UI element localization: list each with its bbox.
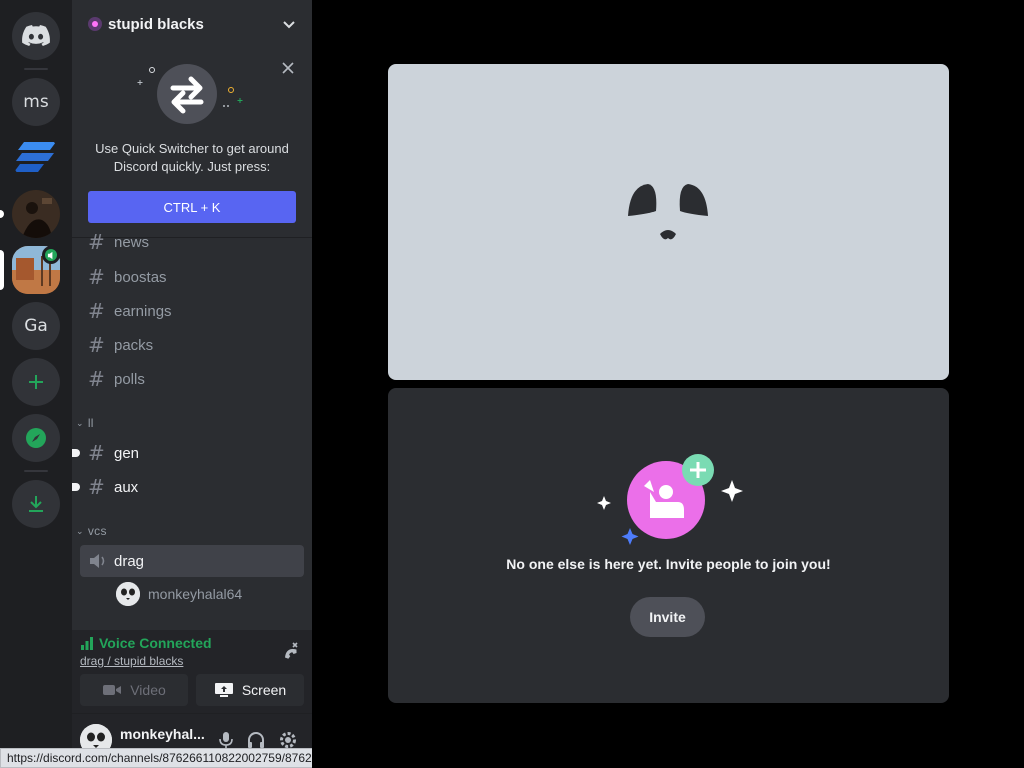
category-name: vcs [87, 524, 107, 538]
quick-switcher-button[interactable]: CTRL + K [88, 191, 296, 223]
username[interactable]: monkeyhal... [120, 726, 205, 742]
stripes-logo-icon [14, 142, 56, 172]
channel-news[interactable]: # news [80, 227, 304, 257]
chevron-down-icon: ⌄ [76, 525, 84, 536]
channel-name: packs [114, 336, 154, 354]
disconnect-icon[interactable] [278, 640, 300, 662]
hash-icon: # [88, 299, 105, 323]
server-ga[interactable]: Ga [12, 302, 60, 350]
unread-indicator [72, 449, 80, 457]
voice-location-link[interactable]: drag / stupid blacks [80, 654, 183, 668]
plus-icon [29, 375, 43, 389]
rail-separator [24, 68, 48, 70]
voice-status-text: Voice Connected [99, 635, 212, 651]
hash-icon: # [88, 265, 105, 289]
close-icon[interactable] [280, 60, 296, 76]
category-vcs[interactable]: ⌄ vcs [76, 521, 107, 541]
empty-message: No one else is here yet. Invite people t… [506, 556, 831, 572]
guild-name: stupid blacks [108, 15, 204, 33]
channel-name: drag [114, 552, 145, 570]
channel-name: gen [114, 444, 140, 462]
discord-logo-icon [22, 25, 50, 46]
ghost-face-avatar-icon [628, 184, 708, 240]
channel-earnings[interactable]: # earnings [80, 295, 304, 327]
server-rail: ms Ga [0, 0, 72, 768]
voice-stage: No one else is here yet. Invite people t… [312, 0, 1024, 768]
channel-sidebar: stupid blacks Use Quick Switcher to get … [72, 0, 312, 768]
explore-servers-button[interactable] [12, 414, 60, 462]
selected-pill [0, 250, 4, 290]
channel-name: news [114, 233, 150, 251]
screen-label: Screen [241, 682, 287, 698]
voice-active-badge [42, 246, 60, 264]
server-ms-label: ms [23, 92, 49, 112]
download-apps-button[interactable] [12, 480, 60, 528]
gear-icon[interactable] [278, 730, 298, 750]
unread-indicator [72, 483, 80, 491]
screen-share-button[interactable]: Screen [196, 674, 304, 706]
voice-connection-panel: Voice Connected drag / stupid blacks Vid… [72, 630, 312, 714]
download-icon [29, 496, 43, 512]
video-button[interactable]: Video [80, 674, 188, 706]
quick-switcher-text: Use Quick Switcher to get around Discord… [95, 141, 289, 174]
category-ll[interactable]: ⌄ ll [76, 413, 94, 433]
screen-share-icon [214, 683, 233, 697]
rail-separator [24, 470, 48, 472]
chevron-down-icon: ⌄ [76, 417, 84, 428]
night-photo-icon [12, 190, 60, 238]
hash-icon: # [88, 333, 105, 357]
voice-channel-drag[interactable]: drag [80, 545, 304, 577]
voice-member[interactable]: monkeyhalal64 [116, 580, 242, 608]
hash-icon: # [88, 475, 105, 499]
channel-aux[interactable]: # aux [72, 471, 304, 503]
unread-pill [0, 210, 4, 218]
participant-tile[interactable] [388, 64, 949, 380]
voice-status: Voice Connected [80, 635, 212, 651]
channel-name: aux [114, 478, 139, 496]
server-ga-label: Ga [24, 316, 48, 336]
speaker-icon [90, 554, 105, 568]
hash-icon: # [88, 230, 105, 254]
channel-polls[interactable]: # polls [80, 363, 304, 395]
channel-name: earnings [114, 302, 172, 320]
avatar [116, 582, 140, 606]
channel-packs[interactable]: # packs [80, 329, 304, 361]
server-night-photo[interactable] [12, 190, 60, 238]
invite-friends-illustration-icon [597, 454, 743, 545]
voice-member-name: monkeyhalal64 [148, 586, 243, 602]
boost-icon [88, 17, 102, 31]
discord-home-button[interactable] [12, 12, 60, 60]
microphone-icon[interactable] [216, 730, 236, 750]
camera-icon [103, 685, 122, 695]
add-server-button[interactable] [12, 358, 60, 406]
chevron-down-icon [283, 21, 295, 29]
signal-bars-icon [81, 637, 93, 650]
compass-icon [26, 428, 46, 448]
quick-switcher-tip: Use Quick Switcher to get around Discord… [72, 48, 312, 238]
channel-boostas[interactable]: # boostas [80, 261, 304, 293]
video-label: Video [130, 682, 166, 698]
channel-gen[interactable]: # gen [72, 437, 304, 469]
hash-icon: # [88, 441, 105, 465]
swap-arrows-icon [157, 64, 217, 124]
headphones-icon[interactable] [246, 730, 266, 750]
channel-name: polls [114, 370, 145, 388]
server-ms[interactable]: ms [12, 78, 60, 126]
category-name: ll [87, 416, 94, 430]
invite-button[interactable]: Invite [630, 597, 705, 637]
server-stripes[interactable] [12, 134, 60, 182]
channel-name: boostas [114, 268, 167, 286]
hash-icon: # [88, 367, 105, 391]
guild-header[interactable]: stupid blacks [72, 0, 312, 48]
speaker-icon [47, 251, 52, 259]
empty-invite-tile: No one else is here yet. Invite people t… [388, 388, 949, 703]
